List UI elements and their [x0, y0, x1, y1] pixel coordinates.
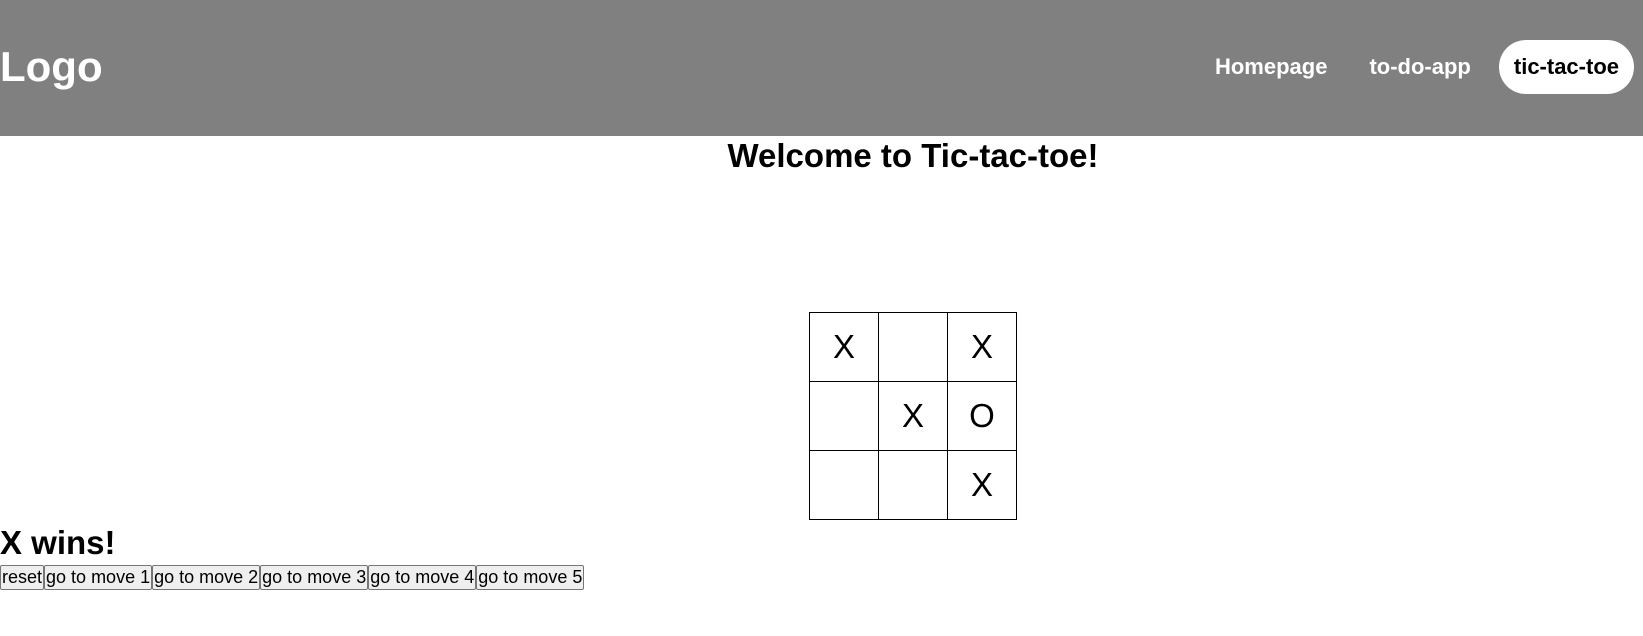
logo[interactable]: Logo: [0, 39, 103, 95]
reset-button[interactable]: reset: [0, 565, 45, 590]
go-to-move-2-button[interactable]: go to move 2: [152, 565, 261, 590]
board-cell[interactable]: X: [948, 451, 1017, 520]
go-to-move-4-button[interactable]: go to move 4: [368, 565, 477, 590]
move-controls: reset go to move 1 go to move 2 go to mo…: [0, 565, 585, 590]
board-cell[interactable]: X: [879, 382, 948, 451]
board-cell[interactable]: X: [948, 313, 1017, 382]
board-cell[interactable]: O: [948, 382, 1017, 451]
nav-link-tic-tac-toe[interactable]: tic-tac-toe: [1498, 40, 1634, 94]
nav-link-homepage[interactable]: Homepage: [1201, 40, 1341, 94]
board-cell[interactable]: [879, 313, 948, 382]
game-status: X wins!: [0, 524, 116, 561]
nav-link-to-do-app[interactable]: to-do-app: [1355, 40, 1484, 94]
go-to-move-1-button[interactable]: go to move 1: [44, 565, 153, 590]
board-cell[interactable]: X: [810, 313, 879, 382]
main-nav: Homepage to-do-app tic-tac-toe: [1187, 40, 1634, 94]
go-to-move-3-button[interactable]: go to move 3: [260, 565, 369, 590]
go-to-move-5-button[interactable]: go to move 5: [476, 565, 585, 590]
page-title: Welcome to Tic-tac-toe!: [727, 137, 1099, 174]
site-header: Logo Homepage to-do-app tic-tac-toe: [0, 0, 1643, 136]
board-cell[interactable]: [879, 451, 948, 520]
board-cell[interactable]: [810, 382, 879, 451]
board-cell[interactable]: [810, 451, 879, 520]
game-board: X X X O X: [809, 312, 1017, 520]
